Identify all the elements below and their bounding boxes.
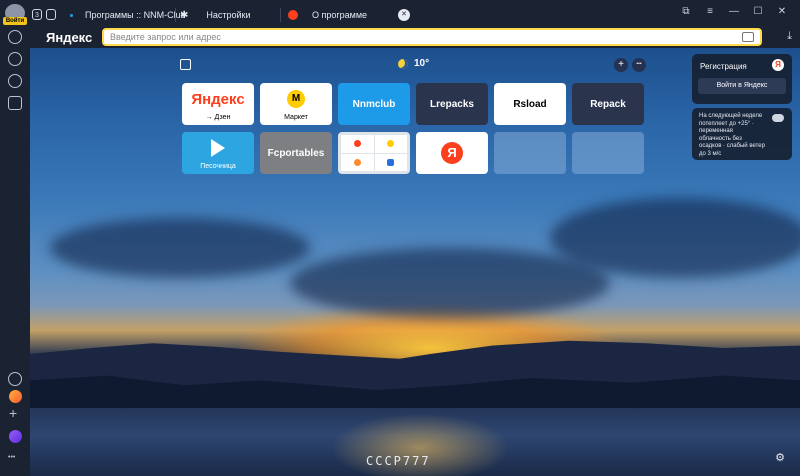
moon-icon	[398, 58, 408, 69]
forecast-text: На следующей неделе потеплеет до +25° · …	[699, 113, 765, 157]
market-icon	[387, 140, 395, 148]
yandex-logo[interactable]: Яндекс	[46, 30, 92, 45]
cloud	[290, 248, 610, 318]
tab-counter[interactable]: 3	[32, 9, 42, 20]
tab-bar: 3 Программы :: NNM-Club ✱ Настройки О пр…	[30, 0, 800, 28]
tile-label: Lrepacks	[430, 98, 474, 110]
tab-label: О программе	[312, 10, 368, 20]
tile-label: Nnmclub	[352, 98, 396, 110]
tile-sandbox[interactable]: Песочница	[182, 132, 254, 174]
tile-subtitle: → Дзен	[205, 114, 231, 121]
tile-yandex[interactable]: Яндекс → Дзен	[182, 83, 254, 125]
yandex-logo-icon: Я	[772, 59, 784, 71]
close-tab-icon[interactable]: ✕	[398, 9, 410, 21]
cloud	[550, 198, 800, 278]
app-icon	[353, 158, 361, 166]
mini-tile	[374, 135, 407, 153]
tab-about[interactable]: О программе	[288, 4, 367, 26]
more-options-button[interactable]: •••	[632, 58, 646, 72]
tile-label: Fcportables	[267, 147, 325, 159]
partly-cloudy-icon	[772, 110, 787, 122]
screenshot-icon[interactable]	[8, 96, 22, 110]
camera-search-icon[interactable]	[742, 32, 754, 42]
maximize-button[interactable]: ☐	[752, 6, 764, 18]
mini-tile	[341, 153, 374, 171]
login-button[interactable]: Войти в Яндекс	[698, 78, 786, 94]
tab-separator	[280, 8, 281, 22]
tab-separator	[175, 8, 176, 22]
menu-icon[interactable]: ≡	[704, 6, 716, 18]
yandex-wordmark: Яндекс	[191, 90, 245, 108]
tile-subtitle: Маркет	[284, 114, 308, 121]
add-panel-icon[interactable]: +	[9, 405, 17, 421]
folder-grid	[338, 132, 410, 174]
tile-empty[interactable]	[572, 132, 644, 174]
tile-folder[interactable]	[338, 132, 410, 174]
market-app-icon[interactable]	[9, 390, 22, 403]
watermark-text: СССР777	[366, 454, 431, 468]
weather-widget[interactable]: 10°	[398, 58, 429, 69]
minimize-button[interactable]: —	[728, 6, 740, 18]
tab-label: Настройки	[206, 10, 251, 20]
sidebar-settings-icon[interactable]	[8, 372, 22, 386]
tile-label: Rsload	[513, 98, 547, 110]
tab-actions-icon[interactable]: ⧉	[680, 6, 692, 18]
market-icon: М	[287, 90, 305, 108]
tile-empty[interactable]	[494, 132, 566, 174]
customize-icon[interactable]: ⚙	[774, 452, 786, 464]
address-placeholder: Введите запрос или адрес	[110, 32, 221, 42]
tile-rsload[interactable]: Rsload	[494, 83, 566, 125]
tile-subtitle: Песочница	[200, 163, 236, 170]
login-badge[interactable]: Войти	[3, 17, 27, 25]
tab-label: Программы :: NNM-Club	[85, 10, 186, 20]
tile-repack[interactable]: Repack	[572, 83, 644, 125]
media-play-icon[interactable]	[8, 52, 22, 66]
app-icon	[387, 158, 395, 166]
address-bar-row: Яндекс Введите запрос или адрес ⤓	[30, 28, 800, 48]
telegram-icon	[211, 139, 225, 157]
gallery-icon[interactable]	[180, 59, 191, 70]
tile-lrepacks[interactable]: Lrepacks	[416, 83, 488, 125]
registration-panel: Регистрация Я Войти в Яндекс	[692, 54, 792, 104]
add-tile-button[interactable]: +	[614, 58, 628, 72]
tile-label: Repack	[590, 98, 626, 110]
yandex-logo-icon: Я	[441, 142, 463, 164]
weather-temp: 10°	[414, 58, 430, 69]
sidebar-more-icon[interactable]: •••	[8, 454, 15, 461]
tile-nnmclub[interactable]: Nnmclub	[338, 83, 410, 125]
alice-assistant-icon[interactable]	[9, 430, 22, 443]
nnmclub-favicon-icon	[70, 13, 73, 17]
weather-forecast-panel[interactable]: На следующей неделе потеплеет до +25° · …	[692, 108, 792, 160]
yandex-favicon-icon	[288, 10, 298, 20]
tile-yandex-2[interactable]: Я	[416, 132, 488, 174]
tab-settings[interactable]: ✱ Настройки	[180, 4, 251, 26]
downloads-icon[interactable]	[8, 74, 22, 88]
background-wallpaper	[30, 48, 800, 476]
yandex-icon	[353, 140, 361, 148]
browser-sidebar: Войти + •••	[0, 0, 30, 476]
gear-icon: ✱	[180, 9, 189, 21]
close-window-button[interactable]: ✕	[776, 6, 788, 18]
tab-groups-icon[interactable]	[46, 9, 56, 20]
download-icon[interactable]: ⤓	[787, 30, 792, 43]
mini-tile	[374, 153, 407, 171]
tile-market[interactable]: М Маркет	[260, 83, 332, 125]
registration-title: Регистрация	[700, 62, 747, 71]
history-icon[interactable]	[8, 30, 22, 44]
mini-tile	[341, 135, 374, 153]
tile-fcportables[interactable]: Fcportables	[260, 132, 332, 174]
tab-nnmclub[interactable]: Программы :: NNM-Club	[70, 4, 186, 26]
address-input[interactable]: Введите запрос или адрес	[102, 28, 762, 46]
cloud	[50, 218, 310, 278]
